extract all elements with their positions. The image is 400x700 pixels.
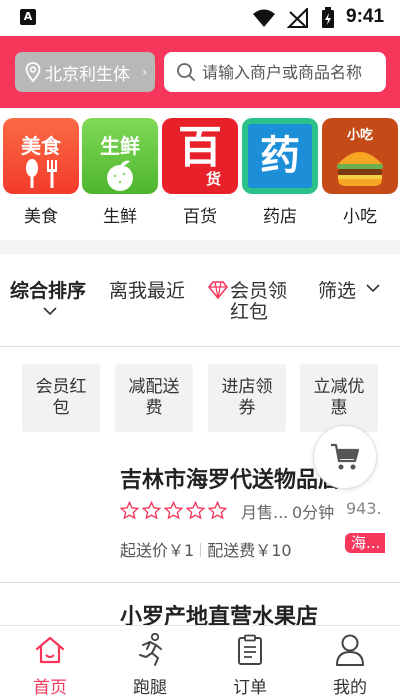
cart-icon [331, 443, 360, 470]
star-icon [208, 501, 227, 520]
nav-errand[interactable]: 跑腿 [100, 632, 200, 698]
home-icon [35, 636, 65, 664]
location-pin-icon [25, 62, 41, 82]
clock: 9:41 [346, 6, 385, 27]
location-label: 北京利生体 [45, 64, 130, 85]
section-divider [0, 240, 400, 254]
runner-icon [139, 633, 162, 666]
star-icon [164, 501, 183, 520]
sort-comprehensive[interactable]: 综合排序 [10, 276, 87, 316]
nav-home[interactable]: 首页 [0, 632, 100, 698]
no-signal-icon [286, 8, 308, 28]
store-fees: 起送价￥1 配送费￥10 [120, 537, 292, 561]
delivery-fee: 配送费￥10 [207, 541, 292, 560]
store-tag: 海... [345, 533, 385, 553]
filter-chip-store-coupon[interactable]: 进店领券 [208, 364, 286, 432]
monthly-sales: 月售... [241, 503, 289, 522]
wifi-icon [253, 9, 275, 27]
category-snack[interactable]: 小吃 小吃 [321, 118, 399, 227]
category-label: 生鲜 [103, 207, 137, 227]
bottom-nav: 首页 跑腿 订单 我的 [0, 625, 400, 700]
app-notification-icon: A [20, 9, 36, 25]
star-icon [120, 501, 139, 520]
location-selector[interactable]: 北京利生体 › [15, 52, 155, 92]
filter-button[interactable]: 筛选 [318, 276, 380, 303]
sort-nearest[interactable]: 离我最近 [109, 276, 185, 303]
search-icon [177, 63, 195, 81]
search-input[interactable] [202, 62, 382, 82]
category-department-store[interactable]: 百 货 百货 [161, 118, 239, 227]
search-box[interactable] [164, 52, 386, 92]
divider [0, 582, 400, 583]
sort-member-red-packet-label: 会员领红包 [230, 280, 288, 323]
pharmacy-icon: 药 [242, 118, 318, 194]
category-pharmacy[interactable]: 药 药店 [241, 118, 319, 227]
nav-label: 首页 [33, 678, 67, 698]
battery-charging-icon [322, 7, 334, 28]
header: 北京利生体 › [0, 36, 400, 108]
nav-label: 订单 [233, 678, 267, 698]
category-label: 药店 [263, 207, 297, 227]
cart-button[interactable] [313, 425, 377, 489]
sort-comprehensive-label: 综合排序 [10, 280, 87, 302]
distance: 943. [346, 499, 382, 518]
star-icon [186, 501, 205, 520]
sort-bar: 综合排序 离我最近 会员领红包 筛选 [0, 254, 400, 346]
filter-chip-member-red-packet[interactable]: 会员红包 [22, 364, 100, 432]
category-label: 小吃 [343, 207, 377, 227]
snack-icon: 小吃 [322, 118, 398, 194]
divider [0, 346, 400, 347]
department-store-icon: 百 货 [162, 118, 238, 194]
fresh-icon: 生鲜 [82, 118, 158, 194]
nav-label: 跑腿 [133, 678, 167, 698]
store-rating [120, 501, 227, 520]
chevron-right-icon: › [142, 65, 147, 79]
filter-label: 筛选 [318, 280, 357, 302]
nav-label: 我的 [333, 678, 367, 698]
filter-chip-instant-discount[interactable]: 立减优惠 [300, 364, 378, 432]
category-grid: 美食 美食 生鲜 生鲜 百 货 百货 药 药店 小吃 小吃 [0, 118, 400, 230]
category-label: 美食 [24, 207, 58, 227]
diamond-icon [208, 281, 228, 299]
status-bar: A 9:41 [0, 0, 400, 36]
chevron-down-icon [366, 284, 380, 293]
filter-chip-reduced-delivery[interactable]: 减配送费 [115, 364, 193, 432]
nav-profile[interactable]: 我的 [300, 632, 400, 698]
category-food[interactable]: 美食 美食 [2, 118, 80, 227]
star-icon [142, 501, 161, 520]
category-fresh[interactable]: 生鲜 生鲜 [81, 118, 159, 227]
food-icon: 美食 [3, 118, 79, 194]
delivery-time: 0分钟 [292, 503, 335, 522]
order-icon [238, 634, 262, 665]
chevron-down-icon [43, 307, 57, 316]
nav-orders[interactable]: 订单 [200, 632, 300, 698]
min-order: 起送价￥1 [120, 541, 195, 560]
category-label: 百货 [183, 207, 217, 227]
profile-icon [336, 634, 364, 666]
